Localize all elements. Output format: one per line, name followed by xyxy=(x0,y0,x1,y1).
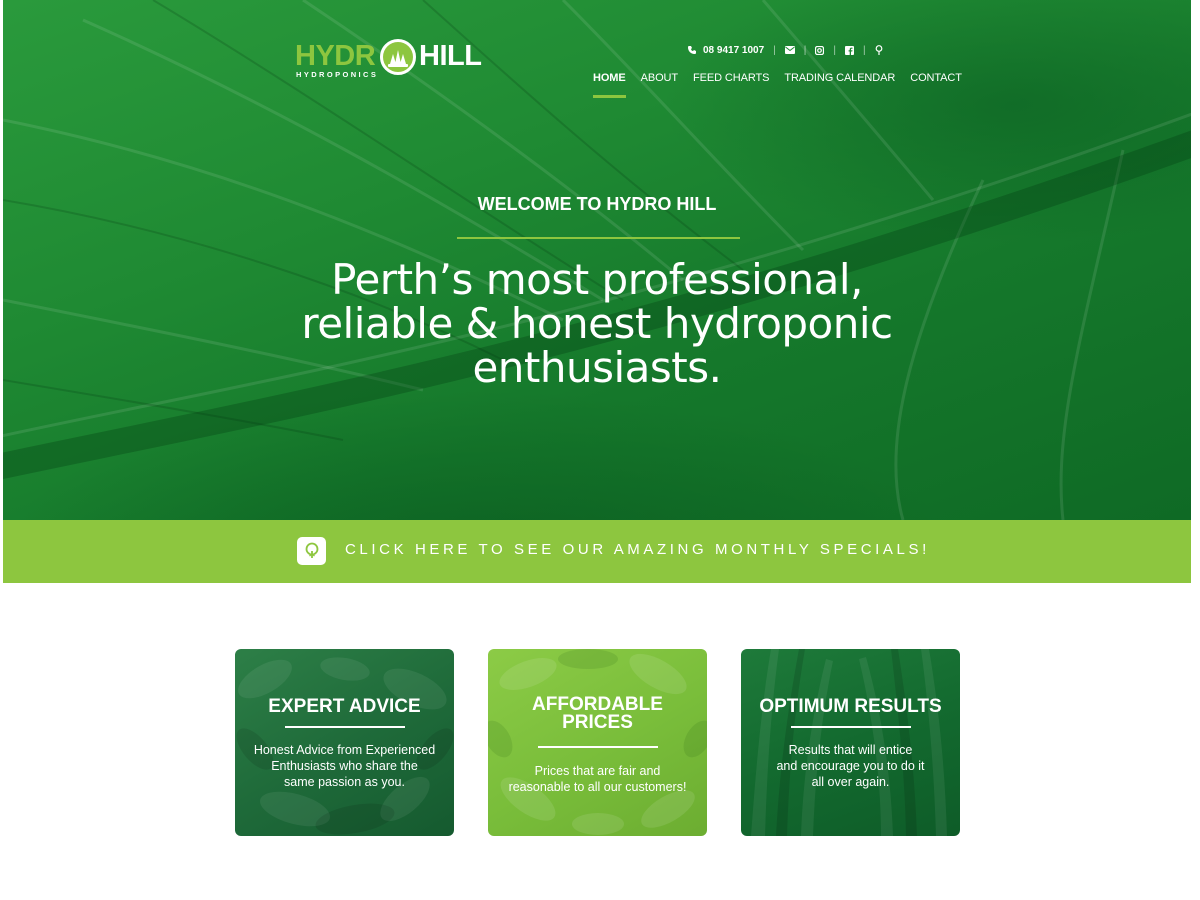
card-text-line: Enthusiasts who share the xyxy=(271,759,418,773)
nav-contact[interactable]: CONTACT xyxy=(910,72,962,98)
card-title: OPTIMUM RESULTS xyxy=(759,696,942,717)
card-text: Honest Advice from Experienced Enthusias… xyxy=(245,742,444,790)
phone-number[interactable]: 08 9417 1007 xyxy=(703,45,764,56)
logo-word-hydro: HYDR xyxy=(295,40,376,72)
card-title: AFFORDABLE PRICES xyxy=(488,695,707,733)
location-pin-icon[interactable] xyxy=(875,45,883,55)
card-text-line: and encourage you to do it xyxy=(776,759,925,773)
nav-trading-calendar[interactable]: TRADING CALENDAR xyxy=(784,72,895,98)
specials-link-text[interactable]: CLICK HERE TO SEE OUR AMAZING MONTHLY SP… xyxy=(345,541,930,558)
hero-banner: HYDR HILL HYDROPONICS 08 9417 1007 | | | xyxy=(3,0,1191,520)
trees-circle-logo-icon xyxy=(380,39,416,75)
card-expert-advice[interactable]: EXPERT ADVICE Honest Advice from Experie… xyxy=(235,649,454,836)
card-title: EXPERT ADVICE xyxy=(268,696,421,717)
card-text-line: Results that will entice xyxy=(788,743,913,757)
hero-headline: Perth’s most professional, reliable & ho… xyxy=(247,258,947,390)
hero-headline-line-3: enthusiasts. xyxy=(472,343,722,392)
hero-headline-line-2: reliable & honest hydroponic xyxy=(301,299,893,348)
nav-feed-charts[interactable]: FEED CHARTS xyxy=(693,72,769,98)
card-text-line: Prices that are fair and xyxy=(534,764,661,778)
card-text-line: reasonable to all our customers! xyxy=(508,780,687,794)
main-nav: HOME ABOUT FEED CHARTS TRADING CALENDAR … xyxy=(593,72,977,98)
card-background-leaves xyxy=(488,649,707,836)
card-divider xyxy=(537,746,658,748)
card-text: Prices that are fair and reasonable to a… xyxy=(498,763,697,795)
card-text-line: Honest Advice from Experienced xyxy=(253,743,436,757)
phone-icon xyxy=(687,45,697,55)
instagram-icon[interactable] xyxy=(815,45,825,55)
hero-headline-line-1: Perth’s most professional, xyxy=(331,255,863,304)
card-text-line: same passion as you. xyxy=(284,775,405,789)
welcome-divider xyxy=(457,237,740,239)
nav-home[interactable]: HOME xyxy=(593,72,626,98)
card-optimum-results[interactable]: OPTIMUM RESULTS Results that will entice… xyxy=(741,649,960,836)
facebook-icon[interactable] xyxy=(845,45,854,55)
card-divider xyxy=(790,726,911,728)
nav-about[interactable]: ABOUT xyxy=(641,72,679,98)
card-divider xyxy=(284,726,405,728)
email-icon[interactable] xyxy=(784,46,795,54)
logo-word-hill: HILL xyxy=(419,40,482,72)
monthly-specials-banner[interactable]: CLICK HERE TO SEE OUR AMAZING MONTHLY SP… xyxy=(3,520,1191,583)
card-title-line: PRICES xyxy=(562,712,633,733)
contact-bar: 08 9417 1007 | | | | xyxy=(687,43,883,57)
brand-logo[interactable]: HYDR HILL HYDROPONICS xyxy=(293,38,483,80)
tree-icon xyxy=(297,537,326,565)
logo-tagline: HYDROPONICS xyxy=(296,70,379,79)
welcome-heading: WELCOME TO HYDRO HILL xyxy=(477,194,717,214)
card-text: Results that will entice and encourage y… xyxy=(751,742,950,790)
card-text-line: all over again. xyxy=(811,775,890,789)
card-affordable-prices[interactable]: AFFORDABLE PRICES Prices that are fair a… xyxy=(488,649,707,836)
